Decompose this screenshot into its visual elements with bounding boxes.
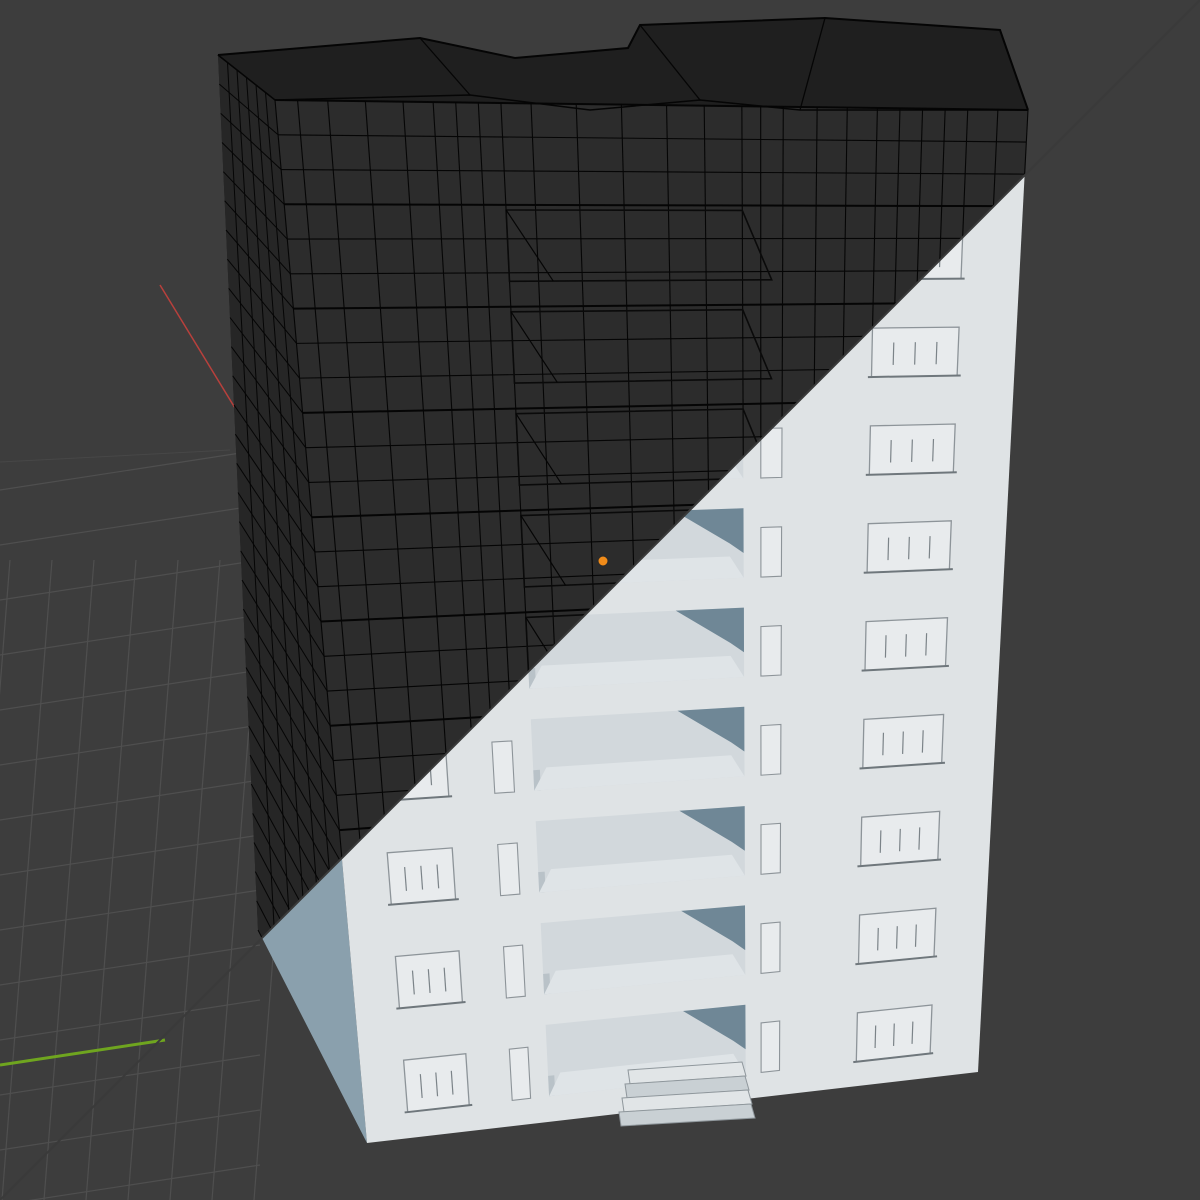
window-mullion <box>921 730 924 753</box>
window <box>497 842 521 897</box>
window <box>760 723 782 776</box>
window <box>491 740 516 794</box>
window <box>508 1046 532 1102</box>
window-mullion <box>887 537 890 561</box>
window <box>760 1020 781 1074</box>
window-mullion <box>877 927 879 951</box>
window-mullion <box>911 1021 914 1044</box>
window <box>760 625 782 677</box>
3d-viewport[interactable] <box>0 0 1200 1200</box>
window-mullion <box>908 536 910 560</box>
entrance-stairs <box>618 1061 756 1127</box>
window-mullion <box>935 341 938 365</box>
window-mullion <box>902 731 904 754</box>
window-mullion <box>928 536 931 559</box>
window <box>760 526 783 578</box>
window-mullion <box>892 1023 895 1046</box>
window-mullion <box>882 732 885 756</box>
object-origin-icon[interactable] <box>597 555 609 567</box>
window-mullion <box>892 342 895 365</box>
window-mullion <box>895 926 898 949</box>
viewport-canvas[interactable] <box>0 0 1200 1200</box>
window-mullion <box>914 342 916 365</box>
window-mullion <box>890 440 892 463</box>
window-mullion <box>918 827 921 850</box>
window-mullion <box>879 830 882 853</box>
window-mullion <box>874 1025 877 1048</box>
window-mullion <box>932 438 935 462</box>
window <box>502 944 526 999</box>
window-mullion <box>911 439 913 462</box>
window <box>760 921 781 975</box>
window-mullion <box>898 828 901 852</box>
window-mullion <box>925 633 928 656</box>
window-mullion <box>914 924 917 947</box>
window-mullion <box>905 634 907 657</box>
window <box>760 822 782 875</box>
window-mullion <box>884 635 887 658</box>
